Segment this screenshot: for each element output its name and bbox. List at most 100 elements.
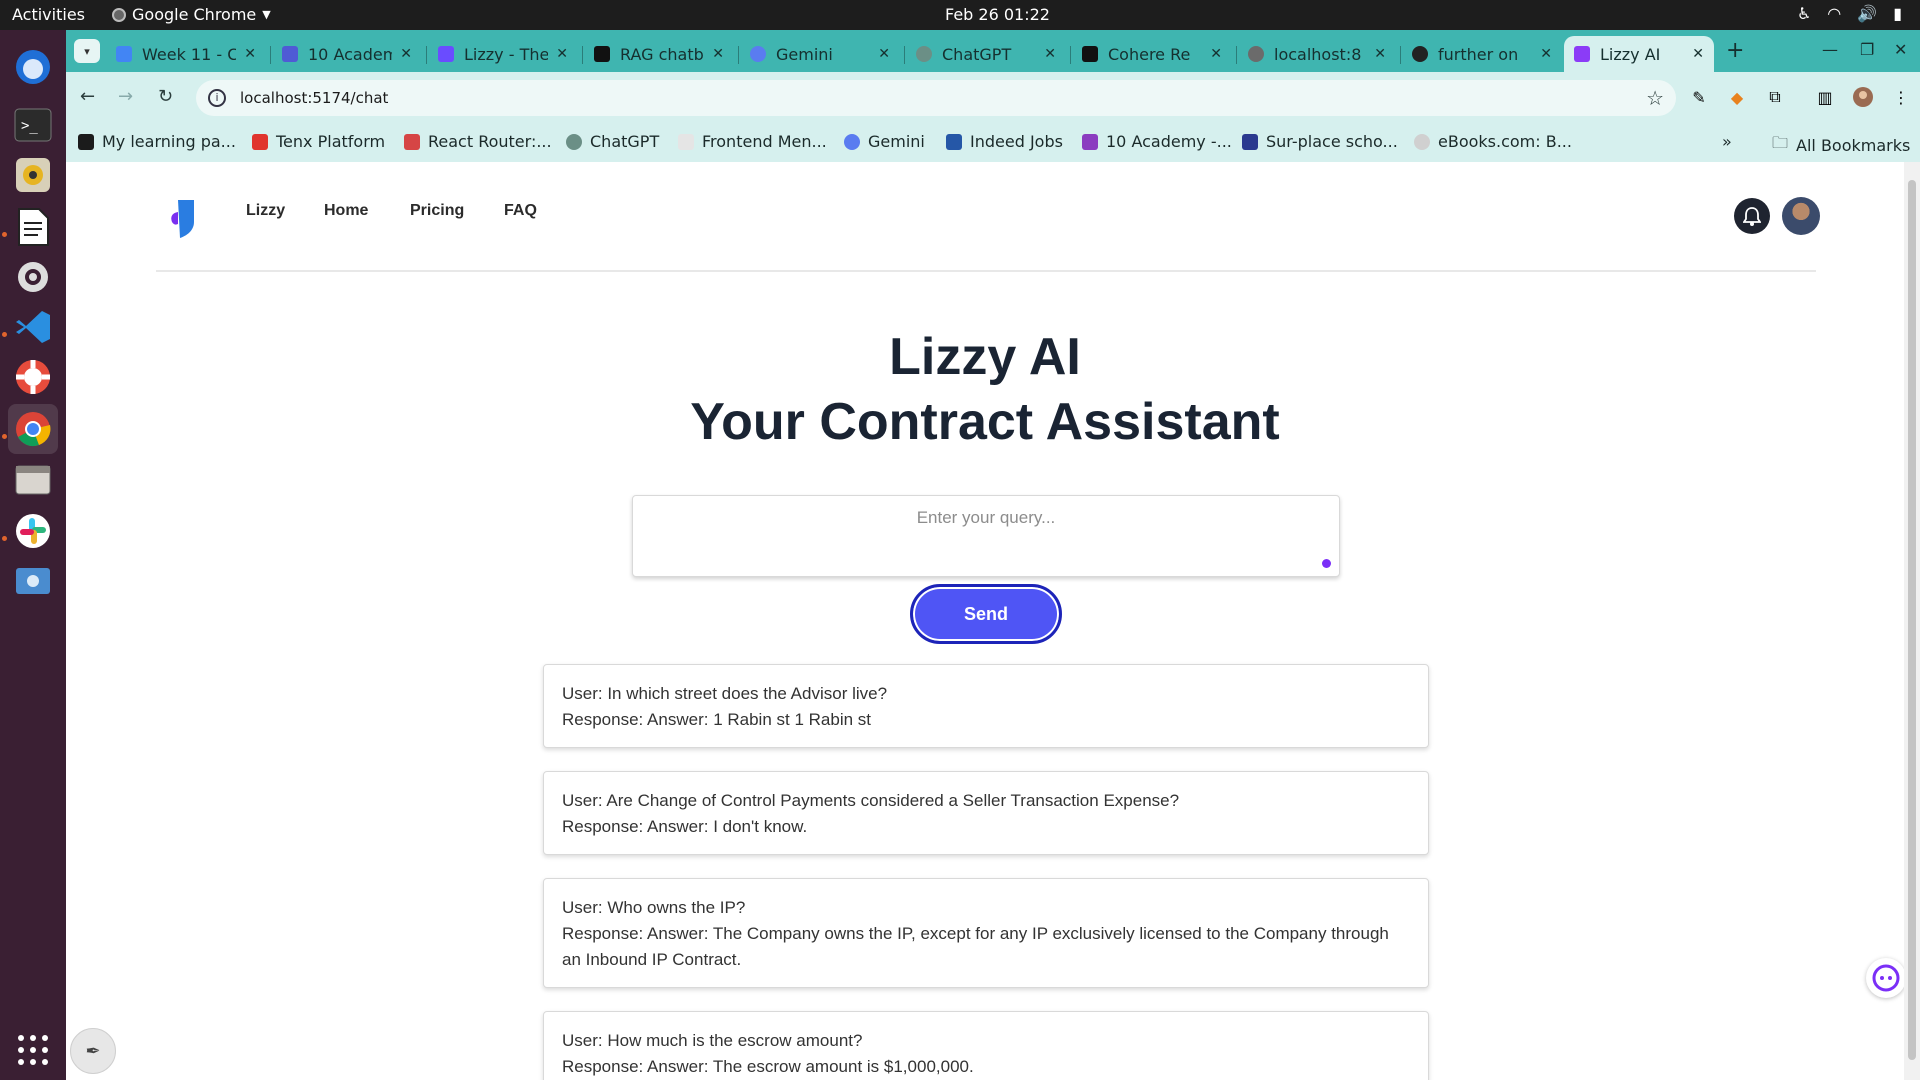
bookmark-item[interactable]: eBooks.com: B...: [1414, 132, 1572, 151]
tab-10-academy[interactable]: 10 Academ ✕: [272, 36, 422, 72]
more-bookmarks-icon[interactable]: »: [1722, 132, 1732, 151]
help-icon[interactable]: [8, 352, 58, 402]
kebab-menu-icon[interactable]: ⋮: [1888, 84, 1914, 110]
minimize-icon[interactable]: —: [1822, 40, 1838, 59]
forward-icon[interactable]: →: [118, 86, 133, 107]
slack-icon[interactable]: [8, 506, 58, 556]
chat-widget-button[interactable]: [1866, 958, 1906, 998]
tab-lizzy-ai[interactable]: Lizzy AI ✕: [1564, 36, 1714, 72]
query-input[interactable]: [633, 496, 1339, 576]
app-menu-label: Google Chrome: [132, 5, 257, 24]
bookmark-item[interactable]: My learning pa...: [78, 132, 236, 151]
bookmark-label: Sur-place scho...: [1266, 132, 1398, 151]
github-icon: [1412, 46, 1428, 62]
bookmark-item[interactable]: Indeed Jobs: [946, 132, 1063, 151]
nav-home[interactable]: Home: [324, 202, 368, 220]
extensions-icon[interactable]: ⧉: [1762, 84, 1788, 110]
bookmark-item[interactable]: Sur-place scho...: [1242, 132, 1398, 151]
bookmark-favicon-icon: [566, 133, 582, 150]
close-icon[interactable]: ✕: [1540, 46, 1552, 62]
battery-icon[interactable]: ▮: [1893, 4, 1902, 23]
system-tray[interactable]: ♿ ◠ 🔊 ▮: [1797, 4, 1902, 23]
tab-week-11[interactable]: Week 11 - C ✕: [106, 36, 266, 72]
profile-avatar-icon[interactable]: [1850, 84, 1876, 110]
tab-localhost[interactable]: localhost:8 ✕: [1238, 36, 1396, 72]
nav-pricing[interactable]: Pricing: [410, 202, 464, 220]
nav-faq[interactable]: FAQ: [504, 202, 537, 220]
text-editor-icon[interactable]: [8, 202, 58, 252]
screenshot-icon[interactable]: [8, 556, 58, 606]
page-scrollbar[interactable]: [1904, 162, 1920, 1080]
activities-button[interactable]: Activities: [12, 5, 85, 24]
page-viewport: Lizzy Home Pricing FAQ Lizzy AI Your Con…: [66, 162, 1920, 1080]
grammar-extension-icon[interactable]: [1322, 559, 1331, 568]
tab-lizzy-the[interactable]: Lizzy - The ✕: [428, 36, 578, 72]
close-icon[interactable]: ✕: [878, 46, 890, 62]
tab-separator: [270, 46, 271, 64]
bookmark-favicon-icon: [844, 133, 860, 150]
tab-rag-chatbot[interactable]: RAG chatb ✕: [584, 36, 734, 72]
nav-lizzy[interactable]: Lizzy: [246, 202, 285, 220]
tab-label: 10 Academ: [308, 44, 393, 64]
tab-label: Lizzy AI: [1600, 44, 1661, 64]
bookmark-label: 10 Academy -...: [1106, 132, 1232, 151]
scrollbar-thumb[interactable]: [1908, 180, 1916, 1060]
close-icon[interactable]: ✕: [400, 46, 412, 62]
bookmark-item[interactable]: Tenx Platform: [252, 132, 385, 151]
pen-extension-icon[interactable]: ✎: [1686, 84, 1712, 110]
bookmark-item[interactable]: ChatGPT: [566, 132, 659, 151]
tab-chatgpt[interactable]: ChatGPT ✕: [906, 36, 1066, 72]
close-icon[interactable]: ✕: [1044, 46, 1056, 62]
show-apps-icon[interactable]: [16, 1033, 50, 1067]
vscode-icon[interactable]: [8, 302, 58, 352]
wifi-icon[interactable]: ◠: [1827, 4, 1841, 23]
bookmark-favicon-icon: [678, 133, 694, 150]
tab-further-on[interactable]: further on ✕: [1402, 36, 1562, 72]
bookmark-item[interactable]: React Router:...: [404, 132, 552, 151]
close-icon[interactable]: ✕: [1374, 46, 1386, 62]
metamask-icon[interactable]: ◆: [1724, 84, 1750, 110]
app-menu[interactable]: Google Chrome ▼: [112, 5, 271, 24]
bookmark-favicon-icon: [946, 133, 962, 150]
terminal-icon[interactable]: >_: [8, 100, 58, 150]
clock[interactable]: Feb 26 01:22: [945, 5, 1050, 24]
close-icon[interactable]: ✕: [1692, 46, 1704, 62]
rhythmbox-icon[interactable]: [8, 150, 58, 200]
address-bar[interactable]: i localhost:5174/chat ☆: [196, 80, 1676, 116]
tab-search-button[interactable]: ▾: [74, 39, 100, 63]
close-icon[interactable]: ✕: [556, 46, 568, 62]
bookmark-item[interactable]: Gemini: [844, 132, 925, 151]
close-icon[interactable]: ✕: [712, 46, 724, 62]
bookmark-item[interactable]: 10 Academy -...: [1082, 132, 1232, 151]
new-tab-button[interactable]: +: [1726, 38, 1744, 63]
site-info-icon[interactable]: i: [208, 89, 226, 107]
tab-cohere[interactable]: Cohere Re ✕: [1072, 36, 1232, 72]
tab-label: localhost:8: [1274, 44, 1362, 64]
tab-gemini[interactable]: Gemini ✕: [740, 36, 900, 72]
reload-icon[interactable]: ↻: [158, 86, 173, 107]
close-icon[interactable]: ✕: [244, 46, 256, 62]
settings-icon[interactable]: [8, 252, 58, 302]
bookmark-star-icon[interactable]: ☆: [1646, 86, 1664, 110]
user-avatar[interactable]: [1782, 197, 1820, 235]
thunderbird-icon[interactable]: [8, 42, 58, 92]
accessibility-icon[interactable]: ♿: [1797, 4, 1811, 23]
floating-pen-button[interactable]: ✒: [70, 1028, 116, 1074]
bookmark-item[interactable]: Frontend Men...: [678, 132, 827, 151]
close-icon[interactable]: ✕: [1210, 46, 1222, 62]
tab-separator: [582, 46, 583, 64]
back-icon[interactable]: ←: [80, 86, 95, 107]
lizzy-logo-icon[interactable]: [166, 196, 196, 238]
restore-icon[interactable]: ❐: [1860, 40, 1874, 59]
chrome-icon[interactable]: [8, 404, 58, 454]
close-window-icon[interactable]: ✕: [1894, 40, 1907, 59]
lizzy-v-favicon: [1574, 46, 1590, 62]
send-button[interactable]: Send: [910, 584, 1062, 644]
url-text[interactable]: localhost:5174/chat: [240, 89, 388, 107]
volume-icon[interactable]: 🔊: [1857, 4, 1877, 23]
page-subtitle: Your Contract Assistant: [690, 393, 1280, 451]
all-bookmarks-button[interactable]: 🗀 All Bookmarks: [1772, 132, 1910, 159]
files-icon[interactable]: [8, 454, 58, 504]
side-panel-icon[interactable]: ▥: [1812, 84, 1838, 110]
notifications-button[interactable]: [1734, 198, 1770, 234]
